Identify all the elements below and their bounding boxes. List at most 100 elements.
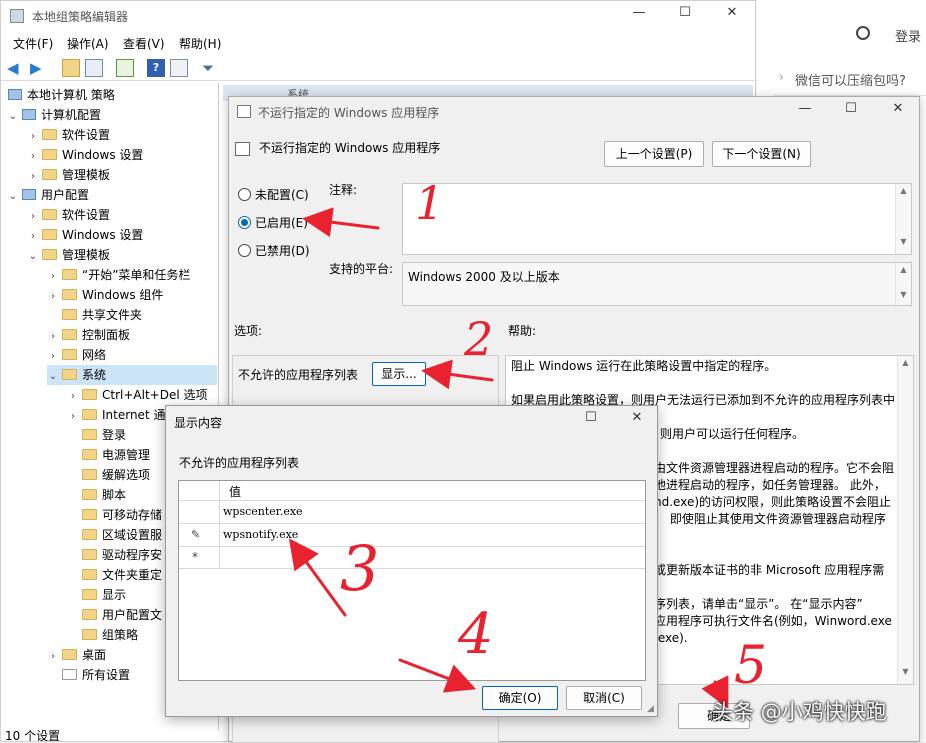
maximize-button[interactable]: ☐ (670, 5, 700, 20)
tree-item[interactable]: 所有设置 (47, 665, 130, 685)
tree-item[interactable]: › Windows 设置 (27, 225, 143, 245)
chevron-right-icon[interactable]: › (27, 167, 39, 187)
export-list-icon[interactable] (116, 59, 134, 77)
policy-icon (237, 105, 251, 118)
next-setting-button[interactable]: 下一个设置(N) (712, 141, 811, 167)
tree-item-system[interactable]: ⌄ 系统 (47, 365, 217, 385)
tree-item[interactable]: 可移动存储 (67, 505, 162, 525)
chevron-right-icon[interactable]: › (27, 227, 39, 247)
chevron-right-icon[interactable]: › (27, 147, 39, 167)
setting-heading: 不运行指定的 Windows 应用程序 (259, 141, 441, 155)
value-column-header: 值 (229, 485, 242, 499)
chevron-right-icon: › (779, 70, 784, 84)
tree-item[interactable]: › Windows 设置 (27, 145, 143, 165)
value-cell[interactable]: wpsnotify.exe (223, 524, 298, 546)
previous-setting-button[interactable]: 上一个设置(P) (604, 141, 704, 167)
filter-icon[interactable]: ⏷ (202, 59, 220, 77)
tree-item[interactable]: 显示 (67, 585, 126, 605)
comment-scrollbar[interactable]: ▲ ▼ (895, 184, 911, 254)
tree-computer-config[interactable]: ⌄ 计算机配置 (7, 105, 101, 125)
tree-item[interactable]: 用户配置文 (67, 605, 162, 625)
platform-value: Windows 2000 及以上版本 (408, 270, 560, 284)
help-icon[interactable]: ? (147, 59, 165, 77)
minimize-button[interactable]: — (790, 101, 820, 116)
chevron-down-icon[interactable]: ⌄ (7, 107, 19, 127)
minimize-button[interactable]: — (624, 5, 654, 20)
cancel-button[interactable]: 取消(C) (566, 686, 642, 710)
show-contents-dialog: 显示内容 ☐ ✕ 不允许的应用程序列表 值 wpscenter.exe ✎ wp… (165, 405, 658, 717)
tree-item[interactable]: 组策略 (67, 625, 138, 645)
tree-item[interactable]: › “开始”菜单和任务栏 (47, 265, 190, 285)
chevron-right-icon[interactable]: › (47, 347, 59, 367)
tree-item[interactable]: 脚本 (67, 485, 126, 505)
radio-enabled[interactable] (238, 216, 251, 229)
tree-item[interactable]: › Windows 组件 (47, 285, 163, 305)
tree-item[interactable]: 文件夹重定 (67, 565, 162, 585)
resize-grip-icon[interactable]: ◢ (647, 704, 654, 714)
menu-view[interactable]: 查看(V) (123, 35, 165, 52)
maximize-button[interactable]: ☐ (576, 410, 606, 425)
tree-item[interactable]: › 控制面板 (47, 325, 130, 345)
search-icon[interactable] (856, 26, 870, 40)
table-row[interactable]: * (179, 547, 645, 569)
table-row[interactable]: wpscenter.exe (179, 501, 645, 524)
tree-item[interactable]: › Ctrl+Alt+Del 选项 (67, 385, 207, 405)
chevron-down-icon[interactable]: ⌄ (47, 367, 59, 387)
radio-not-configured[interactable] (238, 188, 251, 201)
tree-item[interactable]: › Internet 通 (67, 405, 165, 425)
menu-help[interactable]: 帮助(H) (179, 35, 221, 52)
chevron-right-icon[interactable]: › (67, 407, 79, 427)
login-link[interactable]: 登录 (895, 26, 921, 45)
chevron-right-icon[interactable]: › (67, 387, 79, 407)
properties-icon[interactable] (170, 59, 188, 77)
tree-item[interactable]: › 管理模板 (27, 165, 110, 185)
tree-item[interactable]: 缓解选项 (67, 465, 150, 485)
forward-arrow-icon[interactable]: ▶ (30, 59, 48, 77)
platform-scrollbar[interactable]: ▲ ▼ (895, 263, 911, 305)
up-folder-icon[interactable] (62, 59, 80, 77)
table-row[interactable]: ✎ wpsnotify.exe (179, 524, 645, 547)
chevron-down-icon[interactable]: ⌄ (27, 247, 39, 267)
show-hide-tree-icon[interactable] (85, 59, 103, 77)
tree-item[interactable]: 驱动程序安 (67, 545, 162, 565)
chevron-right-icon[interactable]: › (27, 207, 39, 227)
tree-item[interactable]: › 软件设置 (27, 205, 110, 225)
tree-item[interactable]: 电源管理 (67, 445, 150, 465)
comment-label: 注释: (329, 183, 358, 197)
show-list-button[interactable]: 显示... (372, 362, 426, 386)
chevron-right-icon[interactable]: › (27, 127, 39, 147)
tree-item[interactable]: 区域设置服 (67, 525, 162, 545)
chevron-right-icon[interactable]: › (47, 327, 59, 347)
toolbar: ◀ ▶ ? ⏷ (1, 55, 757, 81)
chevron-right-icon[interactable]: › (47, 287, 59, 307)
radio-disabled[interactable] (238, 244, 251, 257)
tree-item[interactable]: › 网络 (47, 345, 106, 365)
ok-button[interactable]: 确定(O) (482, 686, 558, 710)
back-arrow-icon[interactable]: ◀ (7, 59, 25, 77)
chevron-down-icon[interactable]: ⌄ (7, 187, 19, 207)
comment-textarea[interactable]: ▲ ▼ (402, 183, 912, 255)
menu-file[interactable]: 文件(F) (13, 35, 53, 52)
close-button[interactable]: ✕ (622, 410, 652, 425)
tree-user-config[interactable]: ⌄ 用户配置 (7, 185, 89, 205)
tree-root[interactable]: 本地计算机 策略 (5, 85, 115, 105)
tree-item[interactable]: ⌄ 管理模板 (27, 245, 110, 265)
chevron-right-icon[interactable]: › (47, 267, 59, 287)
help-scrollbar[interactable]: ▲ ▼ (897, 356, 913, 684)
tree-item[interactable]: 共享文件夹 (47, 305, 142, 325)
folder-icon (82, 629, 97, 640)
dialog-window-title: 不运行指定的 Windows 应用程序 (258, 106, 440, 120)
related-search-link[interactable]: 微信可以压缩包吗? (795, 70, 906, 89)
close-button[interactable]: ✕ (883, 101, 913, 116)
pencil-icon: ✎ (191, 528, 201, 541)
tree-item[interactable]: 登录 (67, 425, 126, 445)
maximize-button[interactable]: ☐ (836, 101, 866, 116)
folder-icon (62, 289, 77, 300)
close-button[interactable]: ✕ (717, 5, 747, 20)
chevron-right-icon[interactable]: › (47, 647, 59, 667)
tree-item[interactable]: › 桌面 (47, 645, 106, 665)
menu-action[interactable]: 操作(A) (67, 35, 109, 52)
value-cell[interactable]: wpscenter.exe (223, 501, 303, 523)
folder-icon (82, 389, 97, 400)
tree-item[interactable]: › 软件设置 (27, 125, 110, 145)
